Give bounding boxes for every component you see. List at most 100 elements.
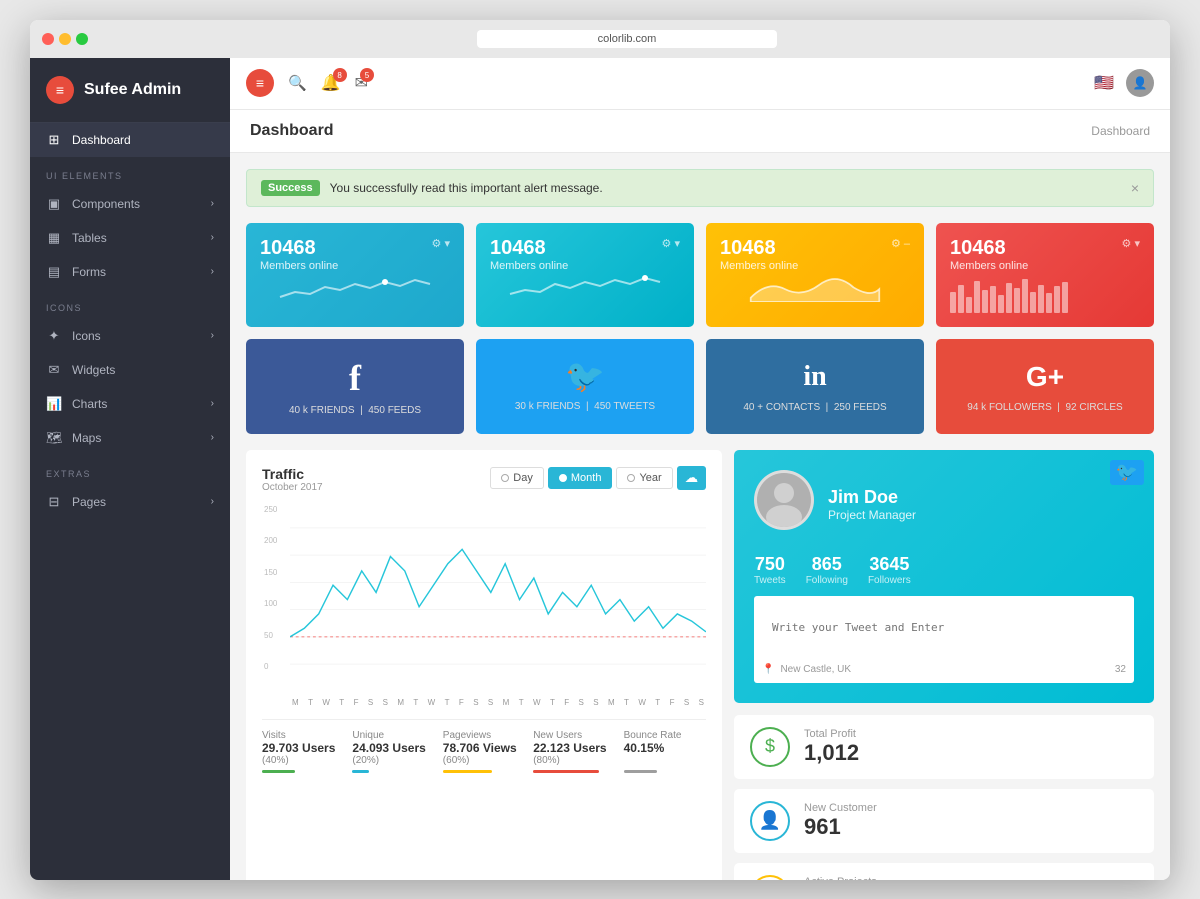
topnav-left: ≡ 🔍 🔔 8 ✉ 5 xyxy=(246,69,368,97)
stat-gear-icon[interactable]: ⚙ ▾ xyxy=(662,237,680,250)
content-area: Success You successfully read this impor… xyxy=(230,153,1170,880)
x-axis: MTWTFSS MTWTFSS MTWTFSS MTWTFSS xyxy=(262,698,706,707)
radio-dot xyxy=(501,474,509,482)
wave-chart xyxy=(720,272,910,302)
chart-footer: Visits 29.703 Users (40%) Unique 24.093 … xyxy=(262,719,706,773)
stat-newusers: New Users 22.123 Users (80%) xyxy=(533,730,615,773)
twitter-icon: 🐦 xyxy=(1110,460,1144,485)
dot-green[interactable] xyxy=(76,33,88,45)
followers-label: Followers xyxy=(868,575,911,586)
stat-number: 10468 xyxy=(490,237,568,260)
user-avatar-large xyxy=(754,470,814,530)
mail-button[interactable]: ✉ 5 xyxy=(355,73,368,93)
brand-icon: ≡ xyxy=(46,76,74,104)
stat-label: Pageviews xyxy=(443,730,525,741)
tweets-stat: 750 Tweets xyxy=(754,554,786,586)
chevron-right-icon: › xyxy=(211,398,214,409)
stat-bounce: Bounce Rate 40.15% xyxy=(624,730,706,773)
chevron-right-icon: › xyxy=(211,266,214,277)
period-month-button[interactable]: Month xyxy=(548,467,613,489)
stat-gear-icon[interactable]: ⚙ ▾ xyxy=(1122,237,1140,250)
stat-card-yellow[interactable]: 10468 Members online ⚙ – xyxy=(706,223,924,327)
icons-icon: ✦ xyxy=(46,328,62,344)
twitter-card[interactable]: 🐦 30 k FRIENDS | 450 TWEETS xyxy=(476,339,694,434)
stat-card-red[interactable]: 10468 Members online ⚙ ▾ xyxy=(936,223,1154,327)
followers-stat: 3645 Followers xyxy=(868,554,911,586)
user-stats: 750 Tweets 865 Following 3645 xyxy=(754,554,1134,586)
user-avatar[interactable]: 👤 xyxy=(1126,69,1154,97)
download-button[interactable]: ☁ xyxy=(677,466,706,490)
stat-cards-row: 10468 Members online ⚙ ▾ xyxy=(246,223,1154,327)
linkedin-card[interactable]: in 40 + CONTACTS | 250 FEEDS xyxy=(706,339,924,434)
metric-total-profit: $ Total Profit 1,012 xyxy=(734,715,1154,779)
browser-bar: colorlib.com xyxy=(30,20,1170,58)
forms-icon: ▤ xyxy=(46,264,62,280)
brand-name: Sufee Admin xyxy=(84,81,181,99)
topnav-right: 🇺🇸 👤 xyxy=(1094,69,1154,97)
app-layout: ≡ Sufee Admin ⊞ Dashboard UI ELEMENTS ▣ … xyxy=(30,58,1170,880)
twitter-stats: 30 k FRIENDS | 450 TWEETS xyxy=(490,401,680,412)
maps-icon: 🗺 xyxy=(46,430,62,446)
tables-icon: ▦ xyxy=(46,230,62,246)
alert-badge: Success xyxy=(261,180,320,196)
following-count: 865 xyxy=(806,554,848,575)
sidebar-item-widgets[interactable]: ✉ Widgets xyxy=(30,353,230,387)
sidebar-item-label: Icons xyxy=(72,329,101,343)
sidebar-item-components[interactable]: ▣ Components › xyxy=(30,187,230,221)
sidebar-item-icons[interactable]: ✦ Icons › xyxy=(30,319,230,353)
metric-value: 961 xyxy=(804,814,877,840)
sidebar-item-charts[interactable]: 📊 Charts › xyxy=(30,387,230,421)
search-icon[interactable]: 🔍 xyxy=(288,74,307,92)
sidebar-item-maps[interactable]: 🗺 Maps › xyxy=(30,421,230,455)
user-card: 🐦 xyxy=(734,450,1154,703)
sidebar-item-tables[interactable]: ▦ Tables › xyxy=(30,221,230,255)
alert-close-button[interactable]: × xyxy=(1131,180,1139,196)
stat-sub: (80%) xyxy=(533,755,615,766)
dot-yellow[interactable] xyxy=(59,33,71,45)
stat-label: Members online xyxy=(950,260,1028,272)
chevron-right-icon: › xyxy=(211,496,214,507)
metric-cards: $ Total Profit 1,012 👤 New Cus xyxy=(734,715,1154,880)
chevron-right-icon: › xyxy=(211,330,214,341)
bell-button[interactable]: 🔔 8 xyxy=(321,73,341,93)
main-content: Success You successfully read this impor… xyxy=(230,153,1170,880)
metric-label: Active Projects xyxy=(804,876,877,880)
tweets-count: 750 xyxy=(754,554,786,575)
tweet-footer: 📍 New Castle, UK 32 xyxy=(762,664,1126,675)
stat-gear-icon[interactable]: ⚙ ▾ xyxy=(432,237,450,250)
radio-dot xyxy=(559,474,567,482)
stat-gear-icon[interactable]: ⚙ – xyxy=(891,237,910,250)
menu-button[interactable]: ≡ xyxy=(246,69,274,97)
sidebar-item-forms[interactable]: ▤ Forms › xyxy=(30,255,230,289)
right-panel: 🐦 xyxy=(734,450,1154,880)
y-axis: 250200150100500 xyxy=(262,501,279,676)
sidebar-item-label: Pages xyxy=(72,495,106,509)
stat-number: 10468 xyxy=(950,237,1028,260)
sparkline-chart xyxy=(260,272,450,302)
flag-icon[interactable]: 🇺🇸 xyxy=(1094,73,1114,93)
following-stat: 865 Following xyxy=(806,554,848,586)
metric-value: 1,012 xyxy=(804,740,859,766)
stat-label: Members online xyxy=(720,260,798,272)
facebook-card[interactable]: f 40 k FRIENDS | 450 FEEDS xyxy=(246,339,464,434)
sidebar-item-label: Charts xyxy=(72,397,107,411)
bell-badge: 8 xyxy=(333,68,347,82)
stat-card-blue[interactable]: 10468 Members online ⚙ ▾ xyxy=(246,223,464,327)
stat-card-cyan[interactable]: 10468 Members online ⚙ ▾ xyxy=(476,223,694,327)
sidebar-item-pages[interactable]: ⊟ Pages › xyxy=(30,485,230,519)
sidebar-item-dashboard[interactable]: ⊞ Dashboard xyxy=(30,123,230,157)
googleplus-card[interactable]: G+ 94 k FOLLOWERS | 92 CIRCLES xyxy=(936,339,1154,434)
stat-unique: Unique 24.093 Users (20%) xyxy=(352,730,434,773)
tweet-input[interactable] xyxy=(762,614,1126,654)
twitter-icon: 🐦 xyxy=(490,357,680,395)
stat-label: Members online xyxy=(260,260,338,272)
sidebar-item-label: Components xyxy=(72,197,140,211)
browser-dots xyxy=(42,33,88,45)
googleplus-icon: G+ xyxy=(950,357,1140,396)
period-year-button[interactable]: Year xyxy=(616,467,672,489)
dot-red[interactable] xyxy=(42,33,54,45)
sidebar-item-label: Forms xyxy=(72,265,106,279)
stat-value: 40.15% xyxy=(624,741,706,755)
period-day-button[interactable]: Day xyxy=(490,467,544,489)
stat-label: New Users xyxy=(533,730,615,741)
